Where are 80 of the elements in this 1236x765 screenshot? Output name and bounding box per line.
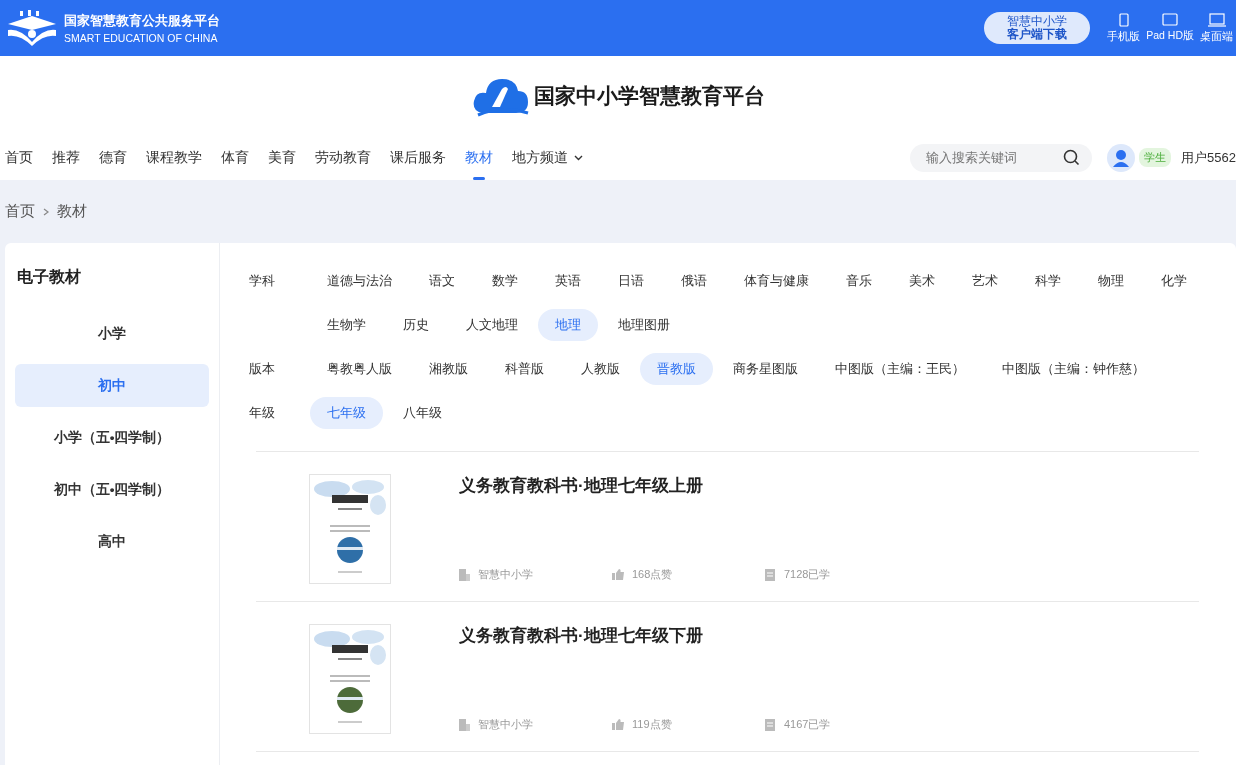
notepad-icon [765, 718, 776, 731]
nav-tab[interactable]: 课程教学 [146, 135, 202, 180]
chevron-right-icon [43, 207, 49, 216]
filter-option[interactable]: 物理 [1081, 265, 1141, 297]
device-link[interactable]: Pad HD版 [1143, 13, 1197, 43]
like-count: 119点赞 [632, 717, 672, 732]
nav-tab[interactable]: 美育 [268, 135, 296, 180]
filter-option[interactable]: 人文地理 [449, 309, 535, 341]
breadcrumb-current: 教材 [57, 202, 87, 221]
filter-label: 版本 [249, 360, 276, 378]
filter-option[interactable]: 英语 [538, 265, 598, 297]
nav-tab[interactable]: 德育 [99, 135, 127, 180]
learner-count: 7128已学 [784, 567, 831, 582]
site-title: 国家中小学智慧教育平台 [533, 82, 765, 109]
sidebar-item[interactable]: 小学 [15, 312, 209, 355]
filter-option[interactable]: 日语 [601, 265, 661, 297]
role-badge: 学生 [1139, 148, 1172, 167]
publisher: 智慧中小学 [478, 717, 533, 732]
tablet-icon [1162, 13, 1179, 26]
filter-option[interactable]: 人教版 [564, 353, 637, 385]
avatar-icon[interactable] [1107, 143, 1136, 172]
filter-option[interactable]: 语文 [412, 265, 472, 297]
filter-option[interactable]: 艺术 [955, 265, 1015, 297]
user-name[interactable]: 用户5562 [1181, 148, 1236, 167]
book-logo-icon [6, 10, 58, 46]
sidebar-title: 电子教材 [16, 267, 82, 287]
filter-option[interactable]: 湘教版 [412, 353, 485, 385]
building-icon [459, 718, 470, 731]
filter-option[interactable]: 数学 [475, 265, 535, 297]
filter-option[interactable]: 粤教粤人版 [310, 353, 409, 385]
filter-option[interactable]: 化学 [1144, 265, 1204, 297]
filter-option[interactable]: 历史 [386, 309, 446, 341]
notepad-icon [765, 568, 776, 581]
filter-option[interactable]: 商务星图版 [716, 353, 815, 385]
book-title[interactable]: 义务教育教科书·地理七年级上册 [459, 474, 1199, 497]
like-count: 168点赞 [632, 567, 673, 582]
nav-tab[interactable]: 课后服务 [390, 135, 446, 180]
filter-option[interactable]: 道德与法治 [310, 265, 409, 297]
sidebar-item[interactable]: 高中 [15, 520, 209, 563]
nav-tab[interactable]: 劳动教育 [315, 135, 371, 180]
filter-option[interactable]: 科学 [1018, 265, 1078, 297]
filter-label: 年级 [249, 404, 276, 422]
filter-option[interactable]: 地理 [538, 309, 598, 341]
filter-option[interactable]: 中图版（主编：钟作慈） [985, 353, 1162, 385]
sidebar-item[interactable]: 初中（五•四学制） [15, 468, 209, 511]
device-link[interactable]: 手机版 [1104, 12, 1144, 44]
laptop-icon [1207, 12, 1226, 27]
filter-option[interactable]: 晋教版 [640, 353, 713, 385]
platform-name: 国家智慧教育公共服务平台 [64, 12, 220, 30]
nav-tab[interactable]: 体育 [221, 135, 249, 180]
filter-option[interactable]: 八年级 [386, 397, 459, 429]
thumbs-up-icon [612, 719, 624, 730]
filter-option[interactable]: 体育与健康 [727, 265, 826, 297]
download-button[interactable]: 智慧中小学 客户端下载 [984, 12, 1091, 44]
nav-tab[interactable]: 首页 [5, 135, 33, 180]
filter-option[interactable]: 生物学 [310, 309, 383, 341]
book-title[interactable]: 义务教育教科书·地理七年级下册 [459, 624, 1199, 647]
search-icon[interactable] [1063, 148, 1081, 166]
device-link[interactable]: 桌面端 [1197, 12, 1236, 44]
filter-option[interactable]: 中图版（主编：王民） [818, 353, 982, 385]
filter-option[interactable]: 俄语 [664, 265, 724, 297]
learner-count: 4167已学 [784, 717, 831, 732]
sidebar-item[interactable]: 初中 [15, 364, 209, 407]
thumbs-up-icon [612, 569, 624, 580]
search-field[interactable]: 输入搜索关键词 [910, 143, 1093, 172]
filter-option[interactable]: 科普版 [488, 353, 561, 385]
filter-option[interactable]: 地理图册 [601, 309, 687, 341]
nav-tab[interactable]: 地方频道 [512, 135, 583, 180]
phone-icon [1118, 12, 1129, 27]
nav-tab[interactable]: 教材 [465, 135, 493, 180]
publisher: 智慧中小学 [478, 567, 533, 582]
filter-option[interactable]: 音乐 [829, 265, 889, 297]
nav-tab[interactable]: 推荐 [52, 135, 80, 180]
building-icon [459, 568, 470, 581]
sidebar-item[interactable]: 小学（五•四学制） [15, 416, 209, 459]
filter-label: 学科 [249, 272, 276, 290]
filter-option[interactable]: 美术 [892, 265, 952, 297]
filter-option[interactable]: 七年级 [310, 397, 383, 429]
platform-name-english: SMART EDUCATION OF CHINA [64, 32, 219, 44]
breadcrumb-link[interactable]: 首页 [5, 202, 35, 221]
